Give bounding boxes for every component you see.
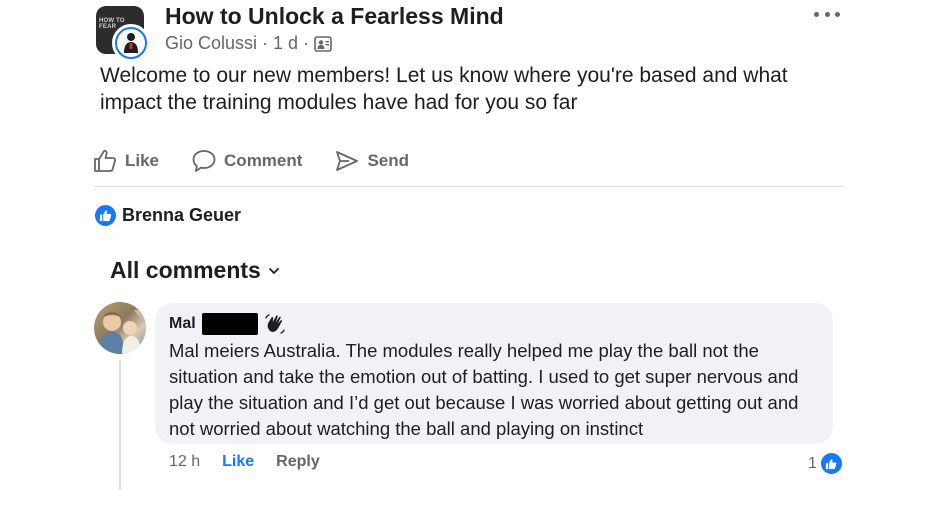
meta-separator: · (262, 33, 269, 53)
commenter-avatar[interactable] (94, 302, 146, 354)
meta-separator-2: · (303, 33, 310, 53)
more-dot (835, 11, 840, 17)
comment-author-name: Mal (169, 315, 196, 332)
thread-line (119, 360, 121, 490)
comment-button[interactable]: Comment (191, 148, 302, 174)
comment-like-button[interactable]: Like (222, 453, 254, 471)
comment-reply-button[interactable]: Reply (276, 453, 320, 471)
post-time[interactable]: 1 d (273, 33, 298, 54)
like-thumb-icon (826, 458, 837, 469)
divider (94, 186, 844, 187)
comment-bubble: Mal Mal meiers Australia. The modules re… (155, 303, 833, 444)
comment-label: Comment (224, 151, 303, 170)
comments-filter[interactable]: All comments (110, 257, 281, 284)
comment-footer: 12 h Like Reply (169, 453, 320, 471)
like-reaction-icon (818, 451, 844, 476)
send-icon (336, 151, 359, 171)
comment-bubble-icon (192, 150, 216, 172)
group-title[interactable]: How to Unlock a Fearless Mind (165, 3, 504, 30)
like-thumb-icon (99, 210, 112, 222)
comments-filter-label: All comments (110, 257, 261, 283)
reactor-name: Brenna Geuer (122, 205, 242, 225)
person-icon (124, 33, 138, 53)
reactions-summary[interactable]: Brenna Geuer (95, 205, 241, 226)
more-horizontal-icon[interactable] (814, 4, 840, 24)
post-meta: Gio Colussi · 1 d · (165, 33, 332, 54)
like-reaction-icon (95, 205, 116, 226)
chevron-down-icon (268, 267, 279, 274)
send-button[interactable]: Send (334, 148, 409, 174)
comment-time[interactable]: 12 h (169, 453, 200, 471)
send-label: Send (367, 151, 409, 170)
comment-text: Mal meiers Australia. The modules really… (169, 340, 799, 439)
author-avatar-ring (115, 27, 147, 59)
comment-author[interactable]: Mal (169, 313, 819, 335)
waving-hand-icon (265, 314, 285, 334)
more-dot (824, 11, 830, 17)
commenter-photo (98, 310, 146, 354)
like-button[interactable]: Like (92, 148, 159, 174)
like-label: Like (125, 151, 160, 170)
author-avatar[interactable] (112, 24, 150, 62)
post-body: Welcome to our new members! Let us know … (100, 64, 788, 114)
more-dot (814, 11, 819, 17)
post-actions: Like Comment Send (92, 146, 441, 176)
comment-reaction-count: 1 (808, 454, 817, 472)
post-card: HOW TO FEAR How to Unlock a Fearless Min… (0, 0, 939, 528)
like-thumb-icon (94, 149, 117, 172)
group-audience-icon (314, 35, 332, 52)
redacted-surname (201, 313, 258, 335)
comment-reactions[interactable]: 1 (808, 451, 844, 476)
author-name[interactable]: Gio Colussi (165, 33, 257, 54)
